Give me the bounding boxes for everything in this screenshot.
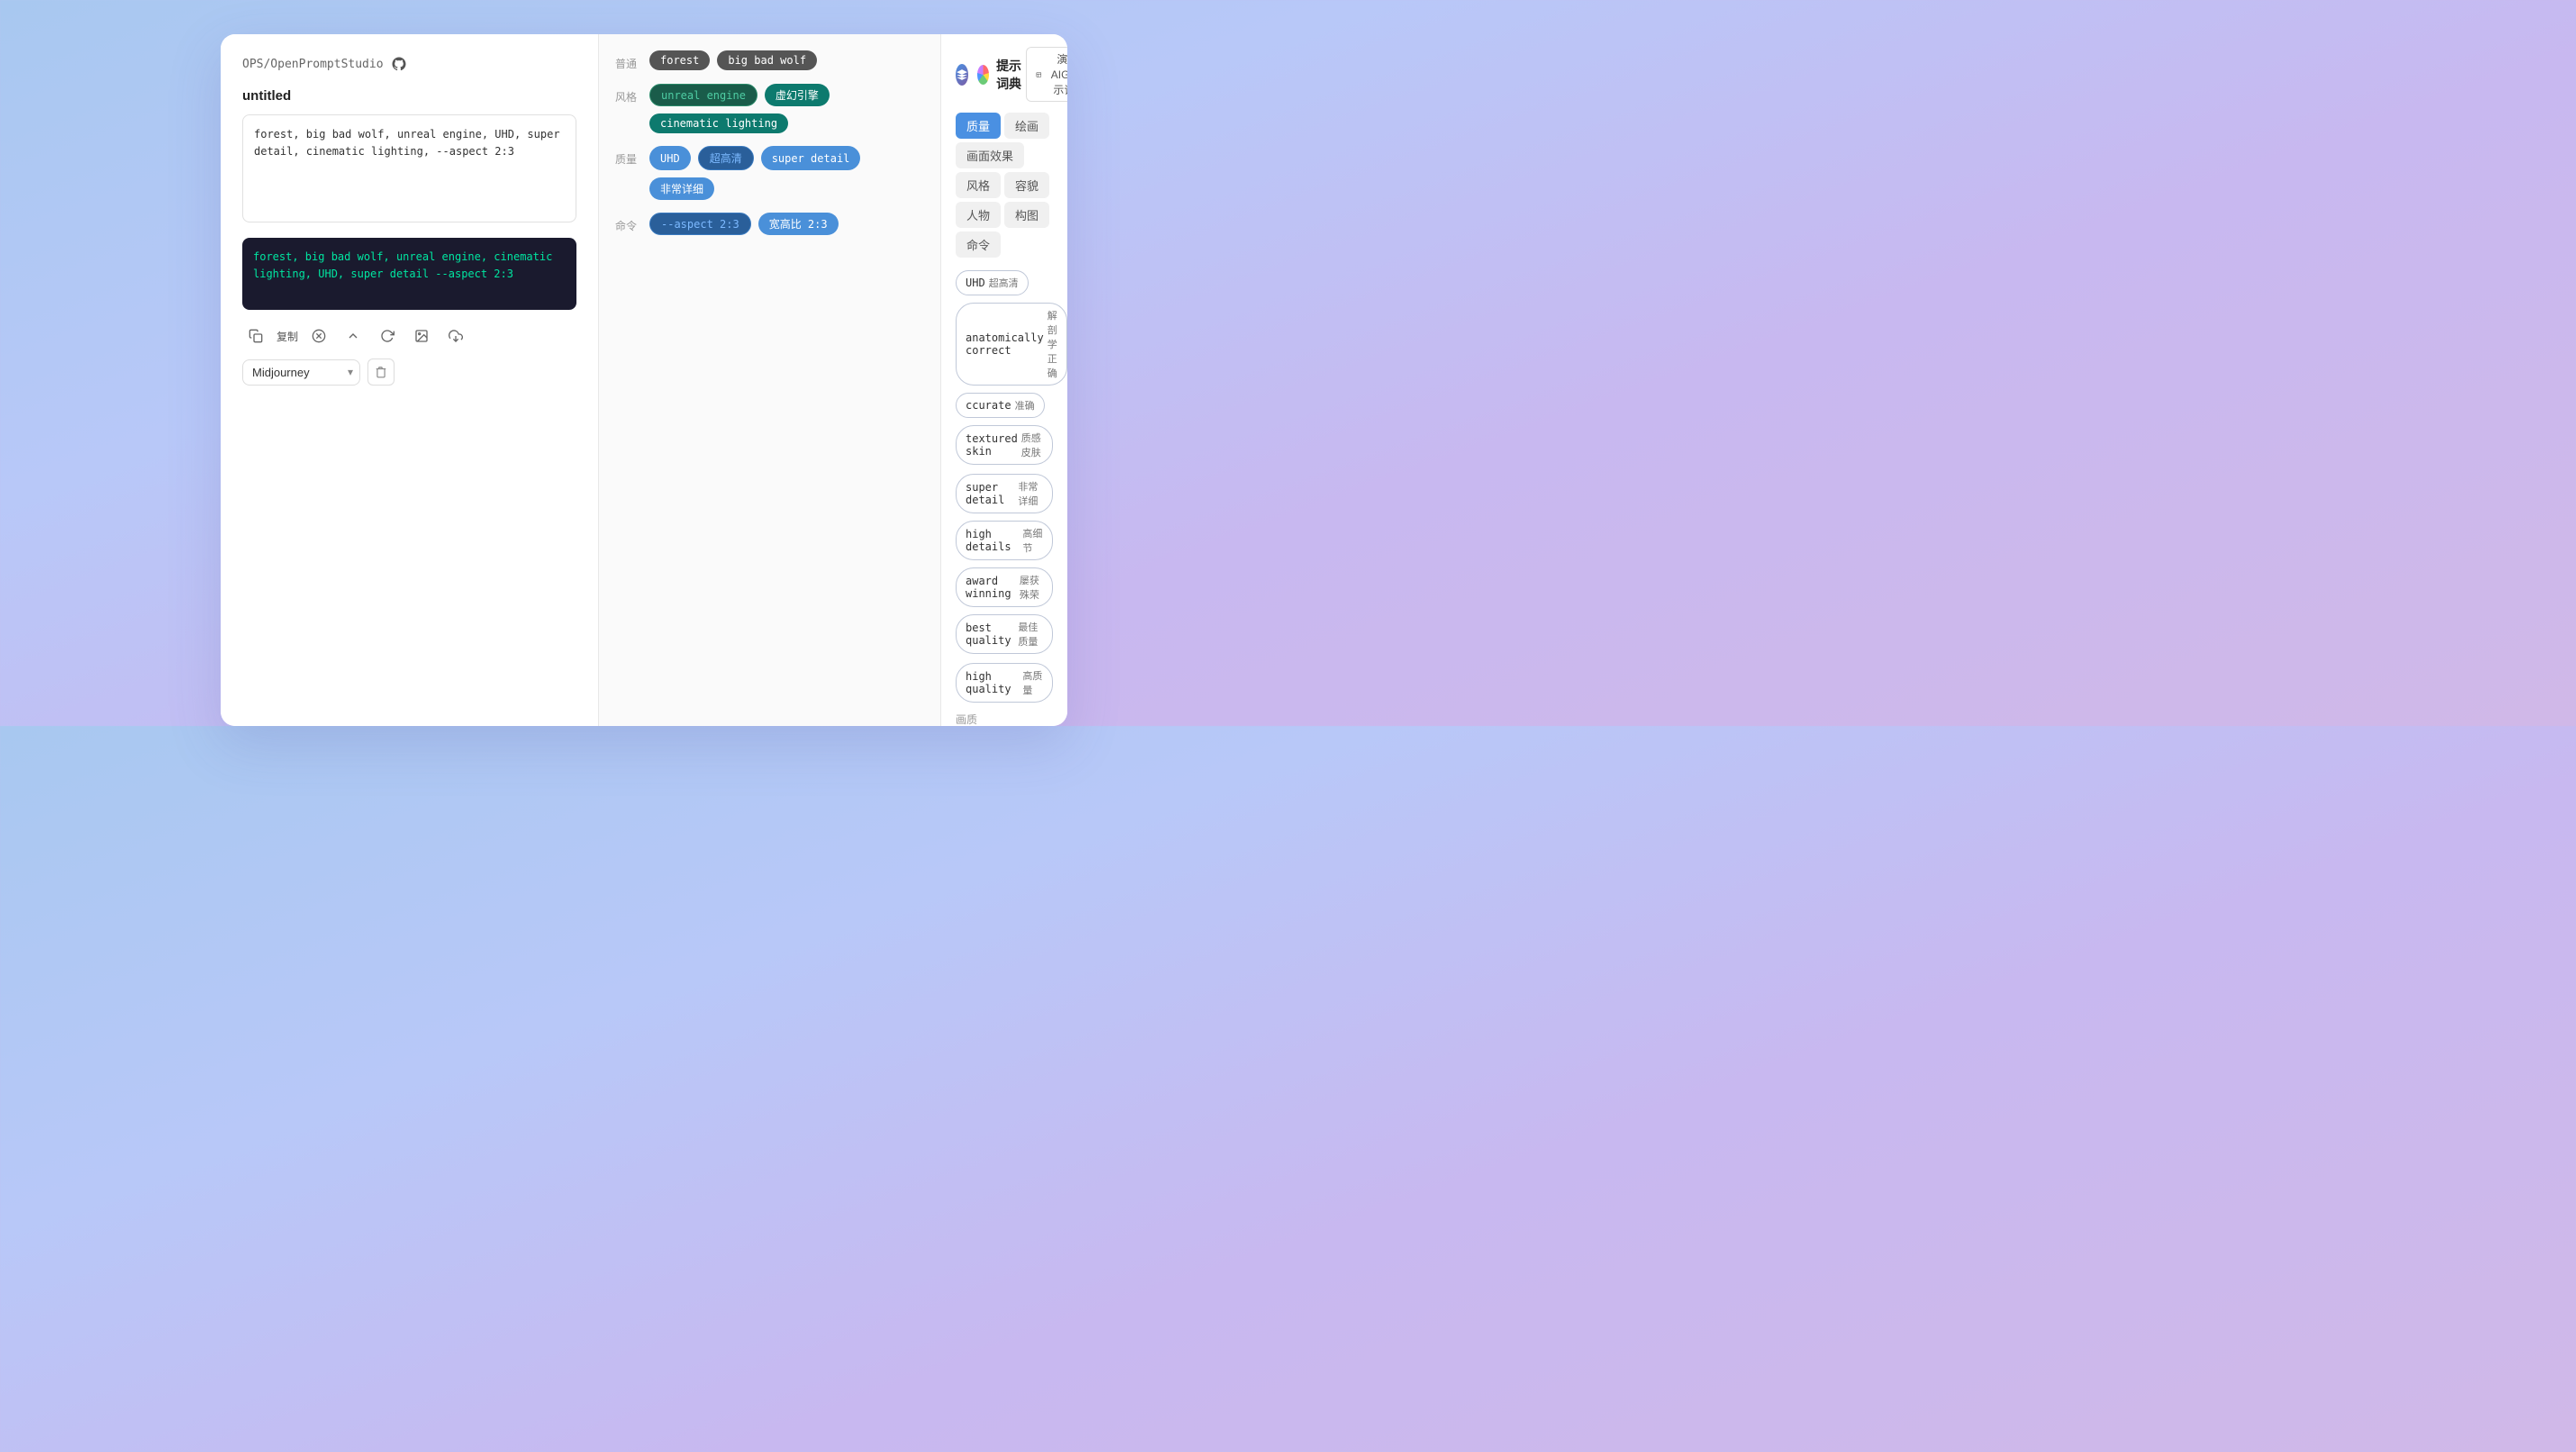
tab-painting[interactable]: 绘画	[1004, 113, 1049, 139]
tab-command[interactable]: 命令	[956, 231, 1001, 258]
tag-chaogaoqing[interactable]: 超高清	[698, 146, 754, 170]
tab-quality[interactable]: 质量	[956, 113, 1001, 139]
dict-icon	[956, 64, 968, 86]
github-icon	[391, 56, 407, 72]
tags-group-fengge: unreal engine 虚幻引擎 cinematic lighting	[649, 84, 924, 133]
tag-xuanhuanyinqing[interactable]: 虚幻引擎	[765, 84, 830, 106]
dict-tag-row-2: super detail 非常详细 high details 高细节 award…	[956, 474, 1053, 654]
tag-superdetail[interactable]: super detail	[761, 146, 861, 170]
window-panel: OPS/OpenPromptStudio untitled forest, bi…	[221, 34, 1067, 726]
tag-cinematic[interactable]: cinematic lighting	[649, 113, 788, 133]
tag-uhd[interactable]: UHD	[649, 146, 691, 170]
dict-tag-high-details[interactable]: high details 高细节	[956, 521, 1053, 560]
main-container: OPS/OpenPromptStudio untitled forest, bi…	[0, 0, 1288, 726]
dict-header: 提示词典 演示-AIGC提示词库 ✕	[956, 47, 1053, 102]
tag-kuanggaobi[interactable]: 宽高比 2:3	[758, 213, 839, 235]
model-select-wrapper[interactable]: Midjourney Stable Diffusion DALL-E	[242, 359, 360, 386]
up-button[interactable]	[340, 322, 367, 349]
tab-appearance[interactable]: 容貌	[1004, 172, 1049, 198]
tags-group-putong: forest big bad wolf	[649, 50, 817, 70]
tag-feichangxiangxi[interactable]: 非常详细	[649, 177, 714, 200]
dict-tag-row-1: UHD 超高清 anatomically correct 解剖学正确 ccura…	[956, 270, 1053, 465]
title-text: OPS/OpenPromptStudio	[242, 58, 384, 71]
section-label-zhiliang: 质量	[615, 146, 640, 167]
dict-section-huazhi: 画质	[956, 712, 1053, 726]
right-pane: 提示词典 演示-AIGC提示词库 ✕ 质量 绘画 画面效果 风格	[941, 34, 1067, 726]
tab-style[interactable]: 风格	[956, 172, 1001, 198]
prompt-label: untitled	[242, 88, 576, 104]
dict-tag-uhd[interactable]: UHD 超高清	[956, 270, 1029, 295]
prompt-input[interactable]: forest, big bad wolf, unreal engine, UHD…	[242, 114, 576, 222]
dict-tag-row-3: high quality 高质量	[956, 663, 1053, 703]
tags-group-zhiliang: UHD 超高清 super detail 非常详细	[649, 146, 924, 200]
dict-title-row: 提示词典	[956, 57, 1026, 93]
tag-section-mingling: 命令 --aspect 2:3 宽高比 2:3	[615, 213, 924, 235]
model-select[interactable]: Midjourney Stable Diffusion DALL-E	[242, 359, 360, 386]
section-label-putong: 普通	[615, 50, 640, 71]
refresh-button[interactable]	[374, 322, 401, 349]
tab-composition[interactable]: 构图	[1004, 202, 1049, 228]
tag-unreal[interactable]: unreal engine	[649, 84, 757, 106]
dict-tag-best-quality[interactable]: best quality 最佳质量	[956, 614, 1053, 654]
dict-tag-ccurate[interactable]: ccurate 准确	[956, 393, 1045, 418]
clear-button[interactable]	[305, 322, 332, 349]
tag-bigbadwolf[interactable]: big bad wolf	[717, 50, 817, 70]
left-pane: OPS/OpenPromptStudio untitled forest, bi…	[221, 34, 599, 726]
tag-section-putong: 普通 forest big bad wolf	[615, 50, 924, 71]
dict-tag-high-quality[interactable]: high quality 高质量	[956, 663, 1053, 703]
tag-forest[interactable]: forest	[649, 50, 710, 70]
copy-label: 复制	[277, 329, 298, 344]
toolbar-row: 复制	[242, 322, 576, 349]
dict-source-label: 演示-AIGC提示词库	[1048, 51, 1067, 97]
tab-character[interactable]: 人物	[956, 202, 1001, 228]
dict-tag-anatomically[interactable]: anatomically correct 解剖学正确	[956, 303, 1067, 386]
tag-aspect[interactable]: --aspect 2:3	[649, 213, 751, 235]
copy-button[interactable]	[242, 322, 269, 349]
dict-tag-award-winning[interactable]: award winning 屡获殊荣	[956, 567, 1053, 607]
model-select-row: Midjourney Stable Diffusion DALL-E	[242, 358, 576, 386]
dict-title: 提示词典	[996, 57, 1026, 93]
section-label-fengge: 风格	[615, 84, 640, 104]
dict-source-button[interactable]: 演示-AIGC提示词库	[1026, 47, 1067, 102]
dict-tag-super-detail[interactable]: super detail 非常详细	[956, 474, 1053, 513]
category-tabs: 质量 绘画 画面效果 风格 容貌 人物 构图 命令	[956, 113, 1053, 258]
export-button[interactable]	[442, 322, 469, 349]
section-label-mingling: 命令	[615, 213, 640, 233]
tag-section-zhiliang: 质量 UHD 超高清 super detail 非常详细	[615, 146, 924, 200]
tag-section-fengge: 风格 unreal engine 虚幻引擎 cinematic lighting	[615, 84, 924, 133]
palette-icon	[977, 65, 989, 85]
middle-pane: 普通 forest big bad wolf 风格 unreal engine …	[599, 34, 941, 726]
dict-tag-textured-skin[interactable]: textured skin 质感皮肤	[956, 425, 1053, 465]
image-button[interactable]	[408, 322, 435, 349]
output-text: forest, big bad wolf, unreal engine, cin…	[253, 250, 552, 280]
tab-effect[interactable]: 画面效果	[956, 142, 1024, 168]
delete-button[interactable]	[367, 358, 395, 386]
prompt-output: forest, big bad wolf, unreal engine, cin…	[242, 238, 576, 310]
tags-group-mingling: --aspect 2:3 宽高比 2:3	[649, 213, 839, 235]
window-title: OPS/OpenPromptStudio	[242, 56, 576, 72]
